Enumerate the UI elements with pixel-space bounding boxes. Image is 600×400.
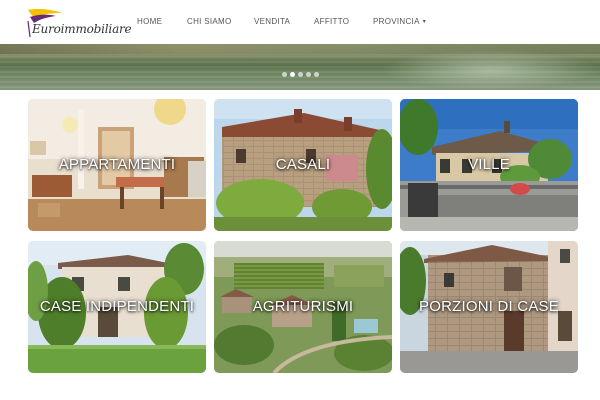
logo-text: Euroimmobiliare (32, 22, 132, 36)
nav-vendita[interactable]: VENDITA (254, 17, 290, 26)
nav-chi-siamo-label: CHI SIAMO (187, 17, 232, 26)
category-label: CASALI (275, 156, 331, 173)
nav-provincia[interactable]: PROVINCIA ▾ (373, 17, 426, 26)
nav-home[interactable]: HOME (137, 17, 162, 26)
slider-dot-active[interactable] (290, 72, 295, 77)
slider-dot[interactable] (282, 72, 287, 77)
category-label: APPARTAMENTI (58, 156, 176, 173)
hero-slider[interactable] (0, 44, 600, 90)
nav-provincia-label: PROVINCIA (373, 17, 420, 26)
category-label: VILLE (468, 156, 510, 173)
site-header: Euroimmobiliare HOME CHI SIAMO VENDITA A… (0, 0, 600, 44)
category-tile-case-indipendenti[interactable]: CASE INDIPENDENTI (28, 241, 206, 373)
nav-vendita-label: VENDITA (254, 17, 291, 26)
logo[interactable]: Euroimmobiliare (26, 7, 132, 39)
category-tile-casali[interactable]: CASALI (214, 99, 392, 231)
category-tile-ville[interactable]: VILLE (400, 99, 578, 231)
category-tile-appartamenti[interactable]: APPARTAMENTI (28, 99, 206, 231)
category-label: CASE INDIPENDENTI (39, 298, 195, 315)
nav-chi-siamo[interactable]: CHI SIAMO (187, 17, 231, 26)
category-tile-porzioni-di-case[interactable]: PORZIONI DI CASE (400, 241, 578, 373)
category-tile-agriturismi[interactable]: AGRITURISMI (214, 241, 392, 373)
nav-affitto[interactable]: AFFITTO (314, 17, 349, 26)
nav-affitto-label: AFFITTO (314, 17, 350, 26)
category-label: AGRITURISMI (252, 298, 354, 315)
nav-home-label: HOME (137, 17, 163, 26)
slider-image-glare (380, 50, 600, 90)
slider-dot[interactable] (298, 72, 303, 77)
slider-dot[interactable] (306, 72, 311, 77)
category-label: PORZIONI DI CASE (419, 298, 559, 315)
caret-down-icon: ▾ (422, 19, 427, 25)
slider-dot[interactable] (314, 72, 319, 77)
